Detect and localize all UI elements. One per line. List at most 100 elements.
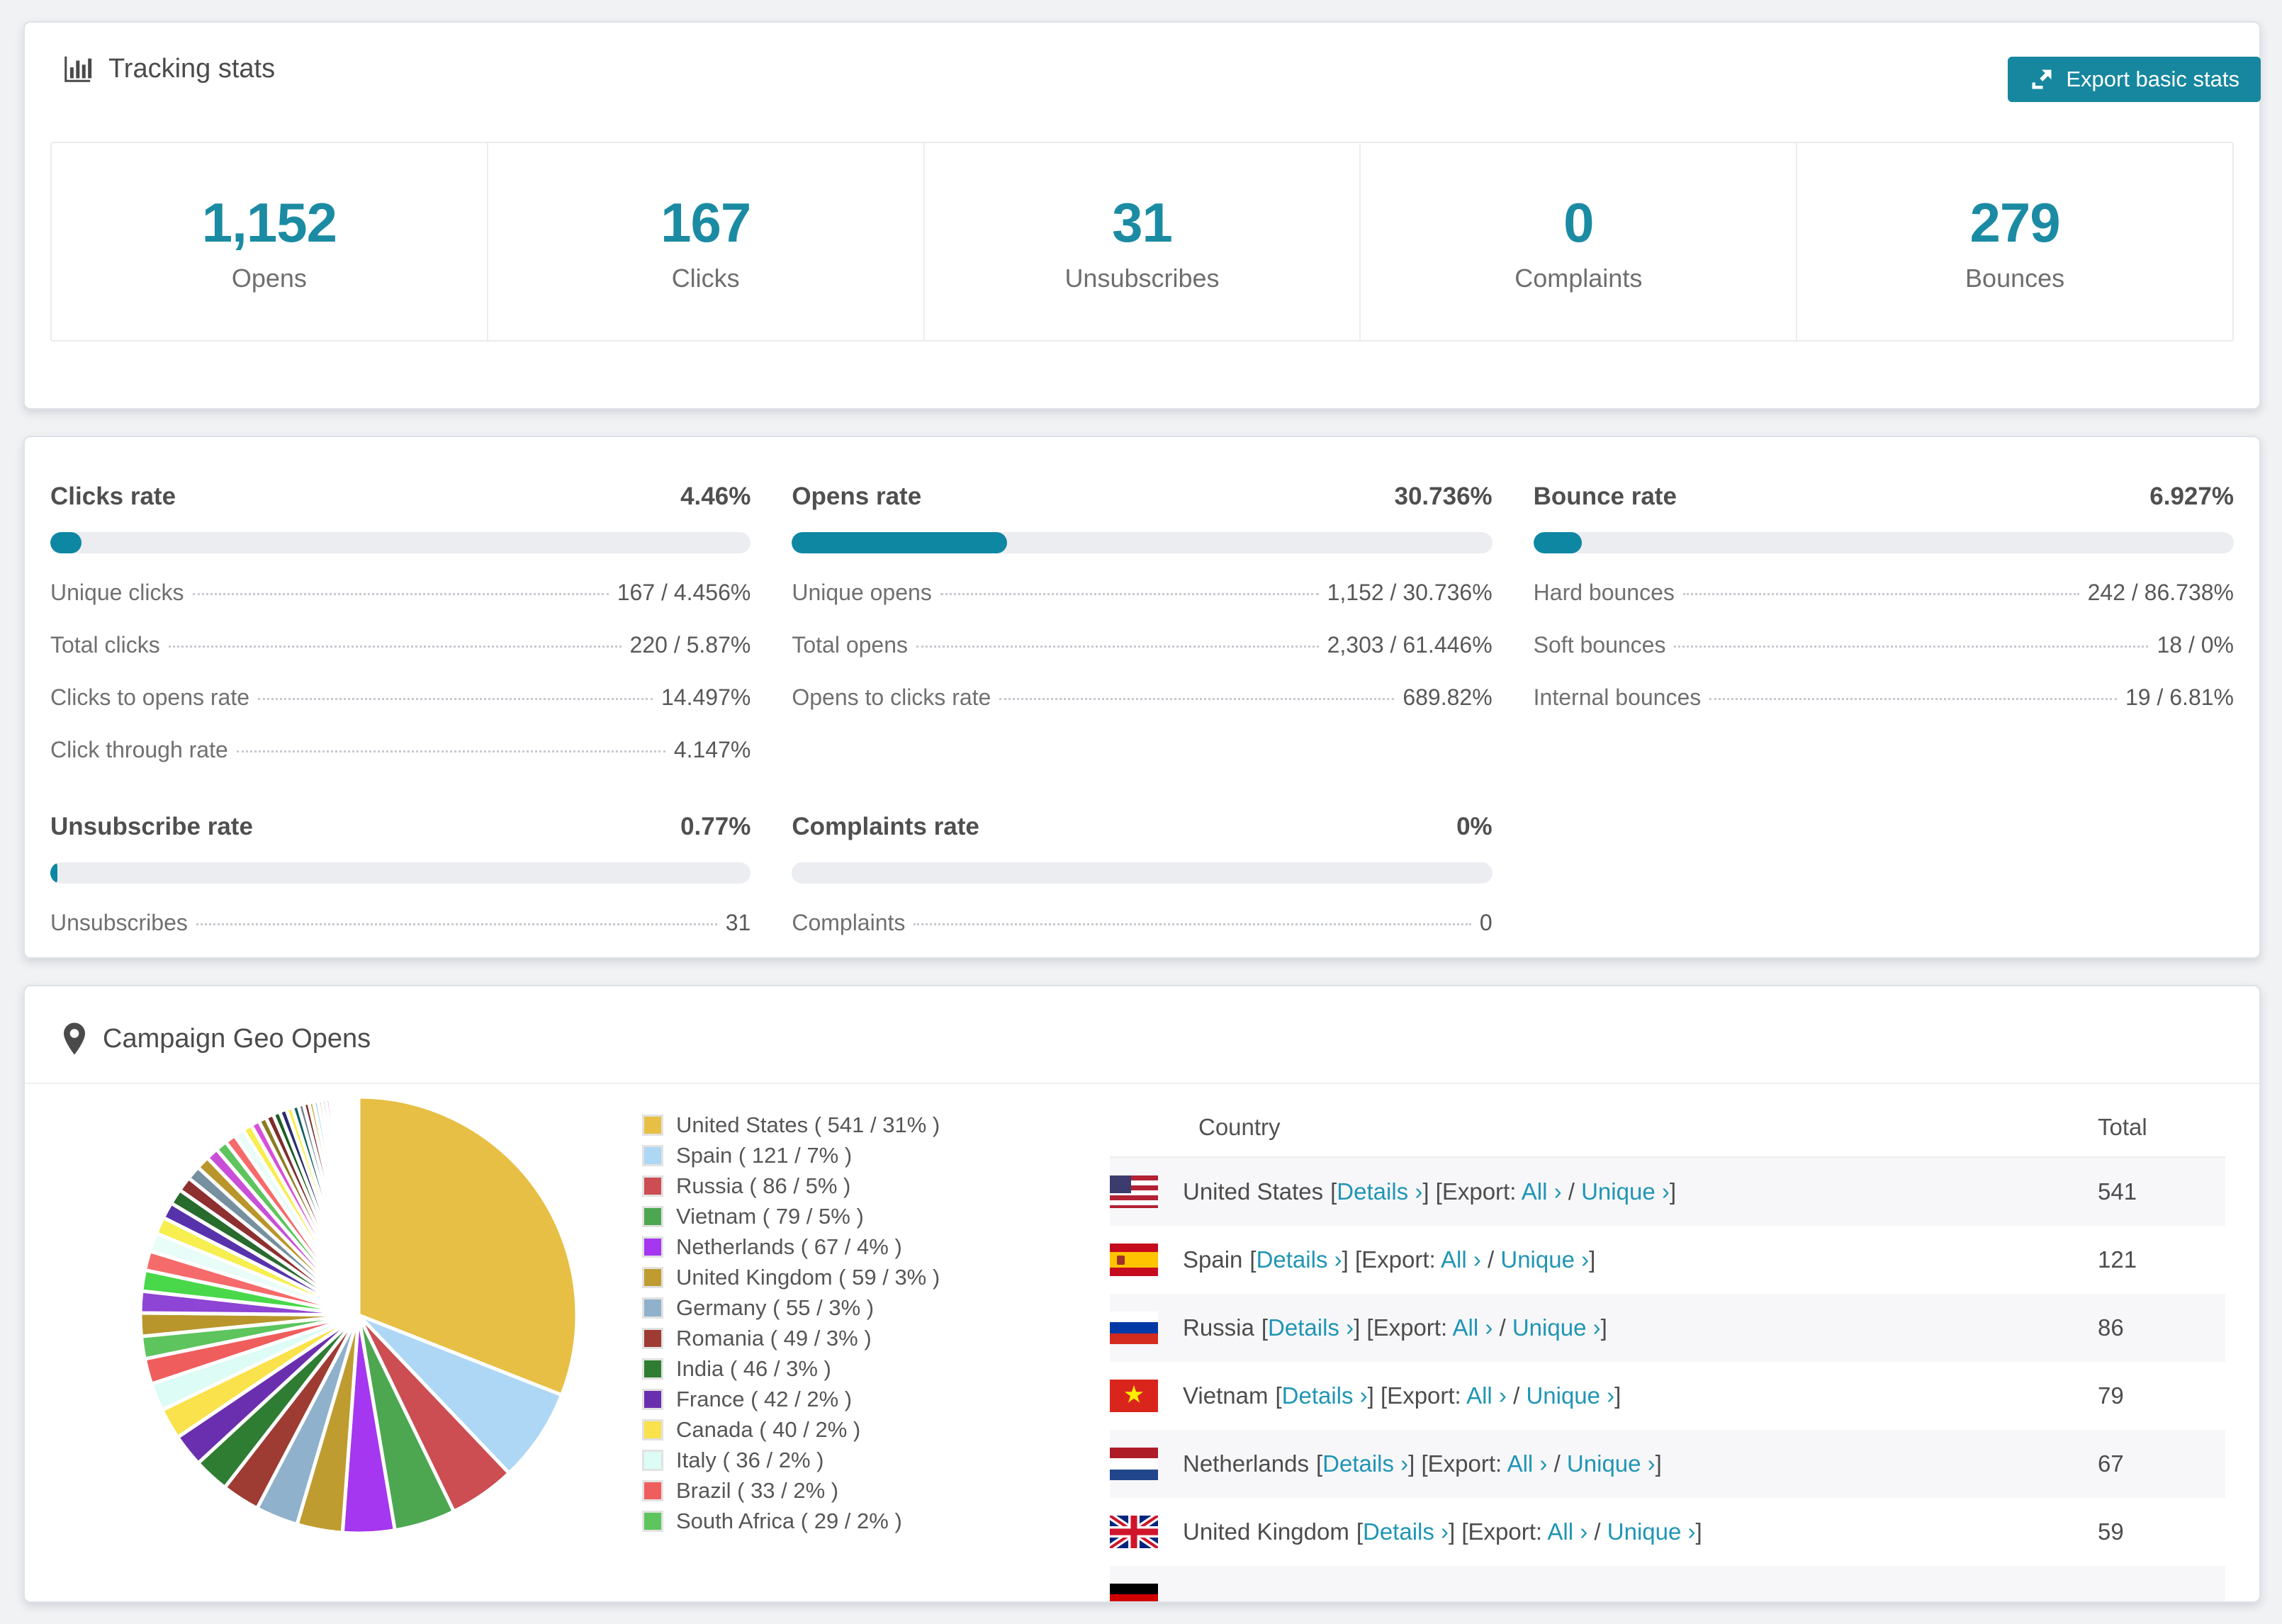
row-country-text: United Kingdom [Details ›] [Export: All ›… [1183, 1518, 2098, 1545]
country-name: Russia [1183, 1314, 1254, 1341]
legend-label: Russia ( 86 / 5% ) [676, 1173, 851, 1198]
legend-item-russia: Russia ( 86 / 5% ) [642, 1171, 1110, 1201]
dotted-leader [168, 645, 622, 648]
dotted-leader [914, 923, 1471, 925]
legend-item-france: France ( 42 / 2% ) [642, 1384, 1110, 1414]
rate-detail-row: Total opens 2,303 / 61.446% [792, 632, 1492, 658]
punctuation: ] [Export: [1342, 1246, 1441, 1273]
punctuation: [ [1315, 1450, 1323, 1477]
rate-detail-label: Unique opens [792, 580, 932, 605]
row-country-text: United States [Details ›] [Export: All › … [1183, 1178, 2098, 1205]
stat-label: Clicks [671, 263, 740, 293]
dotted-leader [196, 923, 717, 925]
rate-block-complaints-rate: Complaints rate 0% Complaints 0 [792, 813, 1493, 936]
row-total: 541 [2098, 1178, 2137, 1205]
map-pin-icon [64, 1022, 85, 1055]
legend-label: Italy ( 36 / 2% ) [676, 1447, 824, 1472]
country-name: United States [1183, 1178, 1324, 1205]
nl-flag-icon [1110, 1448, 1158, 1480]
pie-slice-other-44[interactable] [356, 1095, 361, 1317]
legend-label: Brazil ( 33 / 2% ) [676, 1477, 839, 1503]
details-link[interactable]: Details › [1257, 1246, 1342, 1273]
rate-block-unsubscribe-rate: Unsubscribe rate 0.77% Unsubscribes 31 [50, 813, 751, 936]
dotted-leader [258, 698, 653, 700]
geo-table-rows: United States [Details ›] [Export: All › … [1110, 1158, 2225, 1601]
table-row-netherlands: Netherlands [Details ›] [Export: All › / … [1110, 1430, 2225, 1498]
rate-progress-bar [792, 532, 1493, 553]
geo-opens-pie-chart [138, 1095, 579, 1535]
details-link[interactable]: Details › [1268, 1314, 1354, 1341]
rate-detail-label: Internal bounces [1533, 684, 1702, 710]
stat-value: 167 [661, 191, 751, 254]
details-link[interactable]: Details › [1322, 1450, 1408, 1477]
legend-item-italy: Italy ( 36 / 2% ) [642, 1445, 1110, 1475]
table-row-united-kingdom: United Kingdom [Details ›] [Export: All ›… [1110, 1498, 2225, 1566]
dotted-leader [192, 593, 609, 595]
stat-value: 279 [1969, 191, 2061, 254]
rate-detail-row: Complaints 0 [792, 910, 1492, 936]
legend-label: United States ( 541 / 31% ) [676, 1112, 940, 1137]
es-flag-icon [1110, 1244, 1158, 1276]
rate-progress-fill [50, 862, 57, 884]
dotted-leader [940, 593, 1319, 595]
column-header-total: Total [2098, 1114, 2147, 1140]
geo-table-header: Country Total [1110, 1098, 2225, 1158]
export-basic-stats-button[interactable]: Export basic stats [2008, 57, 2261, 102]
export-all-link[interactable]: All › [1452, 1314, 1493, 1341]
legend-swatch [642, 1175, 663, 1197]
dotted-leader [916, 645, 1319, 648]
rate-detail-row: Hard bounces 242 / 86.738% [1534, 580, 2234, 606]
rate-block-bounce-rate: Bounce rate 6.927% Hard bounces 242 / 86.73… [1533, 483, 2234, 763]
export-all-link[interactable]: All › [1441, 1246, 1481, 1273]
export-all-link[interactable]: All › [1522, 1178, 1562, 1205]
gb-flag-icon [1110, 1516, 1158, 1548]
export-unique-link[interactable]: Unique › [1512, 1314, 1601, 1341]
legend-swatch [642, 1419, 663, 1440]
rates-card: Clicks rate 4.46% Unique clicks 167 / 4.456… [23, 436, 2261, 959]
rate-detail-value: 31 [725, 910, 751, 935]
export-unique-link[interactable]: Unique › [1607, 1518, 1696, 1545]
table-row-russia: Russia [Details ›] [Export: All › / Uniqu… [1110, 1294, 2225, 1362]
export-unique-link[interactable]: Unique › [1500, 1246, 1589, 1273]
rate-detail-label: Opens to clicks rate [792, 684, 991, 710]
rate-detail-row: Unique clicks 167 / 4.456% [50, 580, 751, 606]
rate-detail-row: Unsubscribes 31 [50, 910, 751, 936]
legend-label: Romania ( 49 / 3% ) [676, 1325, 872, 1350]
punctuation: ] [Export: [1354, 1314, 1453, 1341]
rate-detail-row: Clicks to opens rate 14.497% [50, 684, 751, 711]
rate-progress-fill [50, 532, 82, 553]
details-link[interactable]: Details › [1363, 1518, 1449, 1545]
export-all-link[interactable]: All › [1547, 1518, 1587, 1545]
rate-detail-value: 0 [1479, 910, 1493, 935]
stat-label: Unsubscribes [1064, 263, 1220, 293]
rate-detail-row: Click through rate 4.147% [50, 737, 751, 763]
legend-label: France ( 42 / 2% ) [676, 1386, 853, 1411]
column-header-country: Country [1198, 1114, 1281, 1140]
page-title: Tracking stats [108, 53, 276, 84]
stat-value: 31 [1112, 191, 1173, 254]
details-link[interactable]: Details › [1337, 1178, 1422, 1205]
dotted-leader [236, 750, 665, 752]
rate-detail-row: Internal bounces 19 / 6.81% [1534, 684, 2234, 711]
punctuation: [ [1330, 1178, 1337, 1205]
export-unique-link[interactable]: Unique › [1581, 1178, 1670, 1205]
rate-detail-value: 4.147% [673, 737, 751, 762]
rate-title: Complaints rate [792, 813, 979, 840]
geo-header: Campaign Geo Opens [25, 986, 2259, 1084]
legend-swatch [642, 1449, 663, 1471]
stat-box-clicks: 167 Clicks [488, 143, 925, 340]
rate-detail-label: Click through rate [50, 737, 228, 762]
country-name: United Kingdom [1183, 1518, 1349, 1545]
stat-value: 0 [1563, 191, 1594, 254]
legend-label: India ( 46 / 3% ) [676, 1355, 831, 1381]
export-unique-link[interactable]: Unique › [1526, 1382, 1614, 1409]
punctuation: ] [1655, 1450, 1662, 1477]
legend-label: Canada ( 40 / 2% ) [676, 1416, 861, 1442]
stat-value: 1,152 [201, 191, 337, 254]
rate-title: Opens rate [792, 483, 922, 510]
export-all-link[interactable]: All › [1507, 1450, 1548, 1477]
details-link[interactable]: Details › [1282, 1382, 1368, 1409]
export-all-link[interactable]: All › [1466, 1382, 1507, 1409]
punctuation: / [1506, 1382, 1527, 1409]
export-unique-link[interactable]: Unique › [1567, 1450, 1656, 1477]
